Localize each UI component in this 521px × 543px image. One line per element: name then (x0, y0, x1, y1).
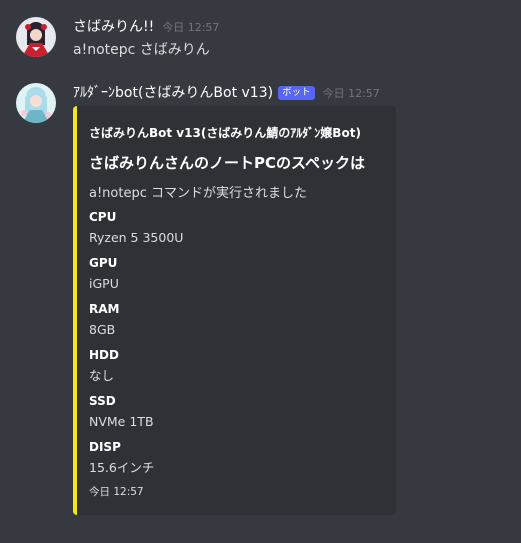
field-value: 8GB (89, 322, 116, 337)
embed-description: a!notepc コマンドが実行されました (89, 186, 307, 201)
field-name: SSD (89, 394, 116, 408)
field-name: GPU (89, 256, 118, 270)
embed-footer: 今日 12:57 (89, 486, 144, 498)
embed-field-disp: DISP 15.6インチ (89, 438, 154, 478)
field-name: RAM (89, 302, 120, 316)
field-value: 15.6インチ (89, 460, 155, 475)
embed-field-ssd: SSD NVMe 1TB (89, 392, 154, 432)
field-name: CPU (89, 210, 117, 224)
embed-card: さばみりんBot v13(さばみりん鯖のｱﾙﾀﾞﾝ嬢Bot) さばみりんさんのノ… (73, 106, 396, 515)
timestamp: 今日 12:57 (322, 87, 380, 100)
embed-field-ram: RAM 8GB (89, 300, 119, 340)
bot-badge: ボット (278, 86, 315, 100)
message-header: ｱﾙﾀﾞｰﾝbot(さばみりんBot v13) ボット 今日 12:57 (73, 82, 380, 102)
username[interactable]: さばみりん!! (73, 16, 154, 36)
embed-author: さばみりんBot v13(さばみりん鯖のｱﾙﾀﾞﾝ嬢Bot) (89, 126, 361, 140)
user-avatar[interactable] (16, 17, 56, 57)
message-content: a!notepc さばみりん (73, 42, 210, 58)
embed-field-gpu: GPU iGPU (89, 254, 119, 294)
field-name: DISP (89, 440, 121, 454)
embed-field-hdd: HDD なし (89, 346, 119, 386)
field-name: HDD (89, 348, 119, 362)
field-value: Ryzen 5 3500U (89, 230, 184, 245)
timestamp: 今日 12:57 (162, 21, 220, 34)
embed-title: さばみりんさんのノートPCのスペックは (89, 154, 365, 172)
field-value: なし (89, 368, 115, 383)
field-value: NVMe 1TB (89, 414, 154, 429)
field-value: iGPU (89, 276, 119, 291)
bot-username[interactable]: ｱﾙﾀﾞｰﾝbot(さばみりんBot v13) (73, 82, 273, 102)
embed-field-cpu: CPU Ryzen 5 3500U (89, 208, 183, 248)
bot-avatar[interactable] (16, 83, 56, 123)
message-header: さばみりん!! 今日 12:57 (73, 16, 219, 36)
